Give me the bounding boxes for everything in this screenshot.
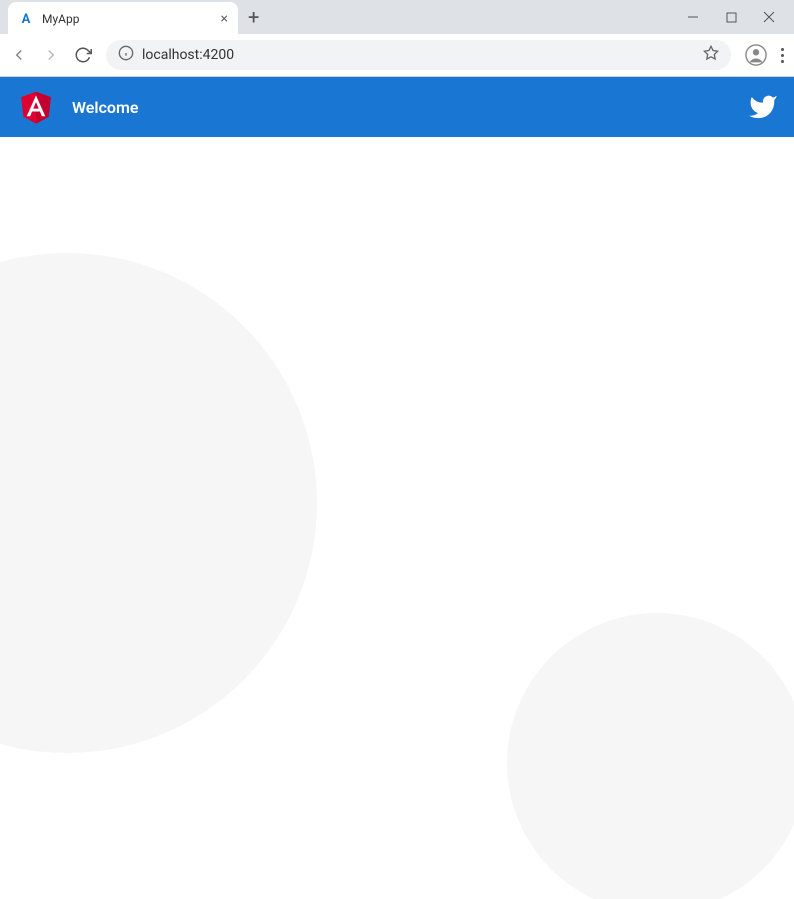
maximize-icon[interactable] xyxy=(724,10,738,24)
forward-button[interactable] xyxy=(42,46,60,64)
reload-button[interactable] xyxy=(74,46,92,64)
info-icon[interactable] xyxy=(118,45,134,65)
minimize-icon[interactable] xyxy=(686,10,700,24)
angular-logo-icon xyxy=(16,87,56,127)
toolbar-title: Welcome xyxy=(72,98,748,117)
twitter-icon[interactable] xyxy=(748,92,778,122)
tab-title: MyApp xyxy=(42,12,213,26)
close-icon[interactable] xyxy=(762,10,776,24)
browser-tab[interactable]: A MyApp × xyxy=(8,2,238,36)
url-field[interactable]: localhost:4200 xyxy=(106,40,731,70)
bookmark-star-icon[interactable] xyxy=(703,45,719,65)
url-text: localhost:4200 xyxy=(142,47,695,63)
menu-icon[interactable] xyxy=(781,48,784,63)
app-toolbar: Welcome xyxy=(0,77,794,137)
cloud-bg xyxy=(0,253,317,753)
profile-icon[interactable] xyxy=(745,44,767,66)
cloud-bg xyxy=(507,613,794,899)
back-button[interactable] xyxy=(10,46,28,64)
new-tab-button[interactable]: + xyxy=(248,5,259,29)
tab-favicon-icon: A xyxy=(18,11,34,27)
tab-close-icon[interactable]: × xyxy=(221,11,228,27)
